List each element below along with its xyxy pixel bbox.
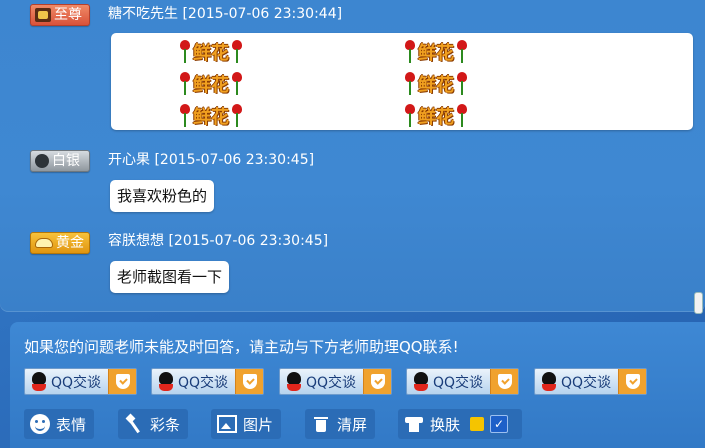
verified-shield-icon: [235, 369, 263, 394]
rose-icon: [404, 104, 416, 128]
rose-icon: [231, 72, 243, 96]
assistant-notice: 如果您的问题老师未能及时回答，请主动与下方老师助理QQ联系!: [24, 338, 459, 356]
silver-medal-icon: [35, 154, 49, 168]
message-time: [2015-07-06 23:30:44]: [182, 6, 343, 22]
trash-icon: [311, 414, 331, 434]
scrollbar-thumb[interactable]: [694, 292, 703, 314]
qq-chat-label: QQ交谈: [561, 374, 612, 391]
flower-gift: 鲜花: [179, 39, 243, 65]
verified-shield-icon: [363, 369, 391, 394]
message-time: [2015-07-06 23:30:45]: [168, 233, 329, 249]
skin-button[interactable]: 换肤 ✓: [398, 409, 522, 439]
rose-icon: [456, 40, 468, 64]
qq-chat-button[interactable]: QQ交谈: [24, 368, 137, 395]
flower-gift: 鲜花: [179, 103, 243, 129]
message-bubble: 我喜欢粉色的: [110, 180, 215, 212]
flower-gift: 鲜花: [404, 103, 468, 129]
badge-label: 白银: [52, 153, 80, 169]
flower-label: 鲜花: [418, 43, 454, 64]
rank-badge-huangjin: 黄金: [30, 232, 90, 254]
emoji-label: 表情: [56, 415, 87, 434]
badge-label: 至尊: [54, 7, 82, 23]
clear-screen-button[interactable]: 清屏: [305, 409, 376, 439]
badge-label: 黄金: [56, 235, 84, 251]
flower-message: 鲜花 鲜花 鲜花 鲜花 鲜花 鲜花: [111, 33, 693, 130]
image-icon: [217, 415, 237, 433]
message-time: [2015-07-06 23:30:45]: [154, 152, 315, 168]
penguin-icon: [285, 371, 303, 392]
flower-label: 鲜花: [193, 107, 229, 128]
rank-badge-zhizun: 至尊: [30, 4, 90, 26]
flower-label: 鲜花: [193, 43, 229, 64]
rose-icon: [231, 40, 243, 64]
qq-chat-label: QQ交谈: [433, 374, 484, 391]
chat-panel: 至尊 糖不吃先生 [2015-07-06 23:30:44] 鲜花 鲜花 鲜花 …: [0, 0, 705, 314]
sender-name: 容朕想想: [108, 233, 164, 249]
smile-icon: [30, 414, 50, 434]
caitiao-label: 彩条: [150, 415, 181, 434]
qq-chat-button[interactable]: QQ交谈: [534, 368, 647, 395]
skin-check-toggle[interactable]: ✓: [490, 415, 509, 433]
clear-label: 清屏: [337, 415, 368, 434]
caitiao-button[interactable]: 彩条: [118, 409, 189, 439]
image-label: 图片: [243, 415, 274, 434]
emoji-button[interactable]: 表情: [24, 409, 95, 439]
shirt-icon: [404, 414, 424, 434]
magic-wand-icon: [124, 414, 144, 434]
penguin-icon: [30, 371, 48, 392]
verified-shield-icon: [108, 369, 136, 394]
rose-icon: [231, 104, 243, 128]
sender-name: 糖不吃先生: [108, 6, 178, 22]
qq-chat-button[interactable]: QQ交谈: [279, 368, 392, 395]
skin-color-swatch[interactable]: [470, 417, 485, 431]
rose-icon: [456, 72, 468, 96]
rose-icon: [456, 104, 468, 128]
message-bubble: 老师截图看一下: [110, 261, 230, 293]
flower-label: 鲜花: [418, 107, 454, 128]
flower-gift: 鲜花: [404, 39, 468, 65]
flower-gift: 鲜花: [179, 71, 243, 97]
flower-gift: 鲜花: [404, 71, 468, 97]
flower-label: 鲜花: [418, 75, 454, 96]
gold-ingot-icon: [35, 238, 53, 248]
verified-shield-icon: [618, 369, 646, 394]
message-header: 糖不吃先生 [2015-07-06 23:30:44]: [108, 3, 342, 23]
rose-icon: [404, 40, 416, 64]
message-header: 容朕想想 [2015-07-06 23:30:45]: [108, 230, 328, 250]
qq-chat-label: QQ交谈: [51, 374, 102, 391]
qq-chat-button[interactable]: QQ交谈: [151, 368, 264, 395]
message-header: 开心果 [2015-07-06 23:30:45]: [108, 149, 314, 169]
sender-name: 开心果: [108, 152, 150, 168]
image-button[interactable]: 图片: [211, 409, 282, 439]
crown-icon: [35, 8, 51, 22]
flower-label: 鲜花: [193, 75, 229, 96]
penguin-icon: [540, 371, 558, 392]
rose-icon: [179, 40, 191, 64]
rose-icon: [179, 72, 191, 96]
rank-badge-baiyin: 白银: [30, 150, 90, 172]
penguin-icon: [412, 371, 430, 392]
rose-icon: [179, 104, 191, 128]
verified-shield-icon: [490, 369, 518, 394]
qq-chat-button[interactable]: QQ交谈: [406, 368, 519, 395]
rose-icon: [404, 72, 416, 96]
qq-chat-label: QQ交谈: [306, 374, 357, 391]
penguin-icon: [157, 371, 175, 392]
skin-label: 换肤: [430, 415, 461, 434]
qq-chat-label: QQ交谈: [178, 374, 229, 391]
